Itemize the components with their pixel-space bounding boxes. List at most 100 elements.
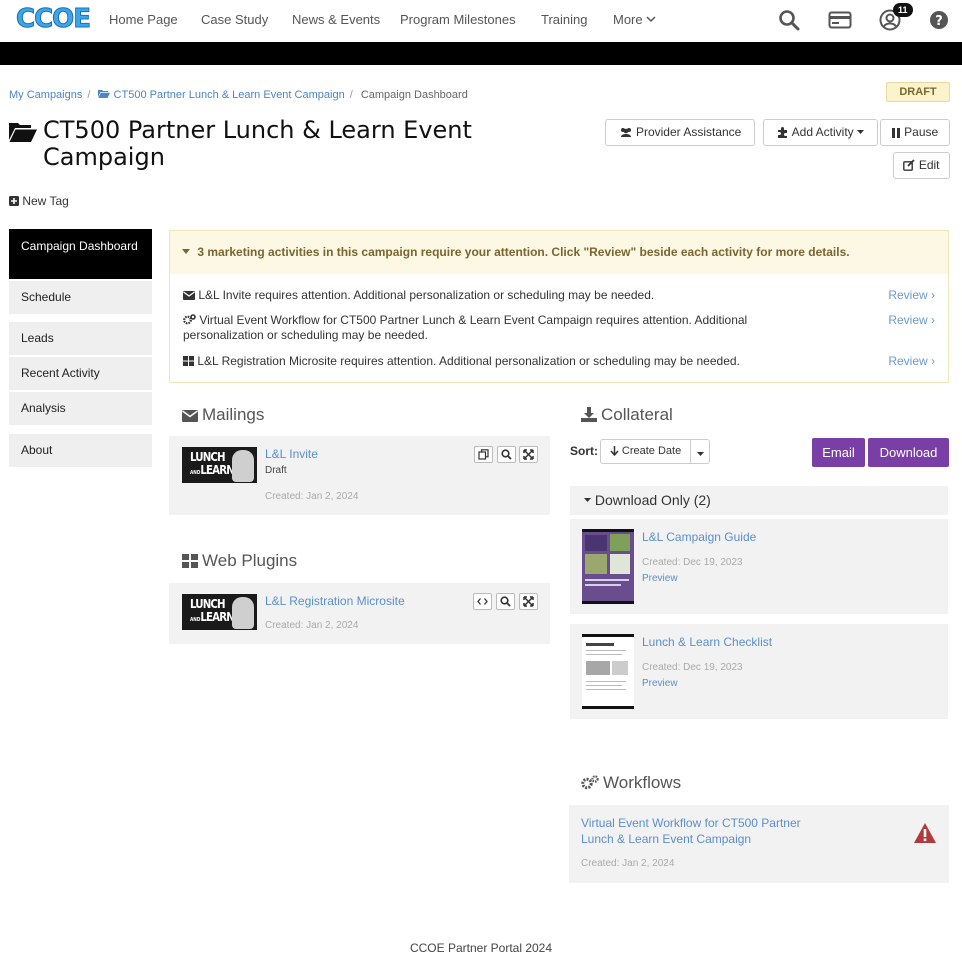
preview-link[interactable]: Preview (642, 678, 678, 689)
sidebar-item-leads[interactable]: Leads (9, 322, 152, 355)
group-label: Download Only (2) (594, 492, 711, 508)
preview-button[interactable] (496, 593, 515, 610)
credit-card-icon[interactable] (828, 9, 852, 31)
status-badge: DRAFT (886, 82, 950, 102)
new-tag-label: New Tag (22, 194, 69, 208)
workflow-card: Virtual Event Workflow for CT500 Partner… (569, 805, 949, 883)
svg-text:?: ? (935, 14, 943, 29)
download-only-group[interactable]: Download Only (2) (570, 486, 948, 515)
breadcrumb-current: Campaign Dashboard (360, 89, 468, 101)
sort-select[interactable]: Create Date (600, 439, 691, 464)
alert-heading-text: 3 marketing activities in this campaign … (197, 245, 850, 259)
chevron-down-icon (646, 16, 656, 23)
puzzle-icon (777, 127, 787, 138)
collateral-name-link[interactable]: L&L Campaign Guide (642, 530, 756, 544)
web-plugins-heading: Web Plugins (182, 551, 297, 571)
caret-down-icon (696, 452, 704, 456)
collateral-name-link[interactable]: Lunch & Learn Checklist (642, 635, 772, 649)
group-header: Download Only (2) (584, 492, 711, 508)
mailing-created: Created: Jan 2, 2024 (265, 491, 359, 502)
edit-label: Edit (918, 158, 940, 172)
sidebar-item-recent-activity[interactable]: Recent Activity (9, 357, 152, 390)
review-link[interactable]: Review › (888, 354, 935, 368)
alert-row-text: L&L Invite requires attention. Additiona… (198, 288, 655, 302)
web-plugins-title: Web Plugins (202, 551, 298, 570)
mailings-title: Mailings (202, 405, 265, 424)
email-button[interactable]: Email (812, 438, 865, 467)
add-activity-button[interactable]: Add Activity (763, 119, 878, 146)
lunch-learn-thumbnail[interactable]: LUNCH ANDLEARN (182, 594, 257, 630)
preview-button[interactable] (497, 446, 516, 463)
copy-button[interactable] (474, 446, 493, 463)
footer: CCOE Partner Portal 2024 (409, 941, 553, 955)
sort-value: Create Date (621, 445, 682, 457)
new-tag-button[interactable]: New Tag (9, 194, 69, 208)
breadcrumb-campaign[interactable]: CT500 Partner Lunch & Learn Event Campai… (114, 89, 345, 101)
sort-dropdown-toggle[interactable] (690, 439, 710, 464)
nav-more[interactable]: More (613, 12, 656, 27)
users-icon (620, 128, 631, 137)
sidebar-item-campaign-dashboard[interactable]: Campaign Dashboard (9, 229, 152, 279)
workflow-name-link[interactable]: Virtual Event Workflow for CT500 Partner… (581, 815, 831, 847)
header-band (0, 42, 962, 65)
cogs-icon (581, 775, 599, 790)
breadcrumb-my-campaigns[interactable]: My Campaigns (9, 89, 82, 101)
add-activity-label: Add Activity (791, 125, 854, 139)
expand-button[interactable] (519, 593, 538, 610)
mailings-heading: Mailings (182, 405, 264, 425)
sidebar-item-schedule[interactable]: Schedule (9, 281, 152, 314)
lunch-learn-thumbnail[interactable]: LUNCH ANDLEARN (182, 447, 257, 483)
attention-alert: 3 marketing activities in this campaign … (169, 230, 949, 383)
plus-square-icon (9, 196, 19, 206)
nav-case-study[interactable]: Case Study (201, 12, 268, 27)
mailing-card: LUNCH ANDLEARN L&L Invite Draft Created: … (169, 436, 550, 515)
folder-open-icon (9, 123, 37, 142)
pause-button[interactable]: Pause (880, 119, 950, 146)
expand-button[interactable] (519, 446, 538, 463)
zoom-icon (501, 449, 512, 460)
alert-row-text: Virtual Event Workflow for CT500 Partner… (183, 313, 748, 342)
cogs-icon (183, 314, 196, 325)
nav-home-page[interactable]: Home Page (109, 12, 178, 27)
folder-icon (98, 90, 111, 98)
workflow-created: Created: Jan 2, 2024 (581, 858, 675, 869)
nav-news-events[interactable]: News & Events (292, 12, 380, 27)
web-plugin-name-link[interactable]: L&L Registration Microsite (265, 594, 405, 608)
alert-row-mailing: L&L Invite requires attention. Additiona… (183, 288, 783, 303)
notification-badge: 11 (893, 3, 913, 17)
collateral-item: Lunch & Learn Checklist Created: Dec 19,… (570, 624, 948, 719)
collateral-created: Created: Dec 19, 2023 (642, 662, 743, 673)
mailing-name-link[interactable]: L&L Invite (265, 447, 318, 461)
mailing-status: Draft (265, 465, 287, 476)
expand-icon (523, 449, 534, 460)
pause-label: Pause (904, 125, 939, 139)
workflows-heading: Workflows (581, 773, 681, 793)
breadcrumb: My Campaigns / CT500 Partner Lunch & Lear… (9, 89, 468, 101)
collateral-created: Created: Dec 19, 2023 (642, 557, 743, 568)
sidebar-item-analysis[interactable]: Analysis (9, 392, 152, 425)
provider-assistance-button[interactable]: Provider Assistance (605, 119, 755, 146)
alert-row-text: L&L Registration Microsite requires atte… (197, 354, 740, 368)
warning-icon[interactable] (913, 822, 937, 844)
alert-row-workflow: Virtual Event Workflow for CT500 Partner… (183, 313, 823, 343)
zoom-icon (500, 596, 511, 607)
page-title: CT500 Partner Lunch & Learn Event Campai… (43, 116, 472, 171)
download-button[interactable]: Download (868, 438, 949, 467)
review-link[interactable]: Review › (888, 288, 935, 302)
nav-program-milestones[interactable]: Program Milestones (400, 12, 516, 27)
preview-link[interactable]: Preview (642, 573, 678, 584)
provider-assistance-label: Provider Assistance (635, 125, 742, 139)
review-link[interactable]: Review › (888, 313, 935, 327)
alert-heading: 3 marketing activities in this campaign … (170, 231, 948, 274)
sidebar-item-about[interactable]: About (9, 434, 152, 467)
ccoe-logo[interactable]: CCOE (15, 4, 91, 35)
document-thumbnail[interactable] (582, 634, 634, 709)
caret-down-icon (182, 249, 190, 254)
help-icon[interactable]: ? (929, 9, 949, 31)
document-thumbnail[interactable] (582, 529, 634, 604)
nav-training[interactable]: Training (541, 12, 587, 27)
top-navbar: CCOE Home Page Case Study News & Events … (0, 0, 962, 42)
embed-code-button[interactable] (473, 593, 492, 610)
search-icon[interactable] (778, 9, 800, 31)
edit-button[interactable]: Edit (893, 152, 950, 179)
